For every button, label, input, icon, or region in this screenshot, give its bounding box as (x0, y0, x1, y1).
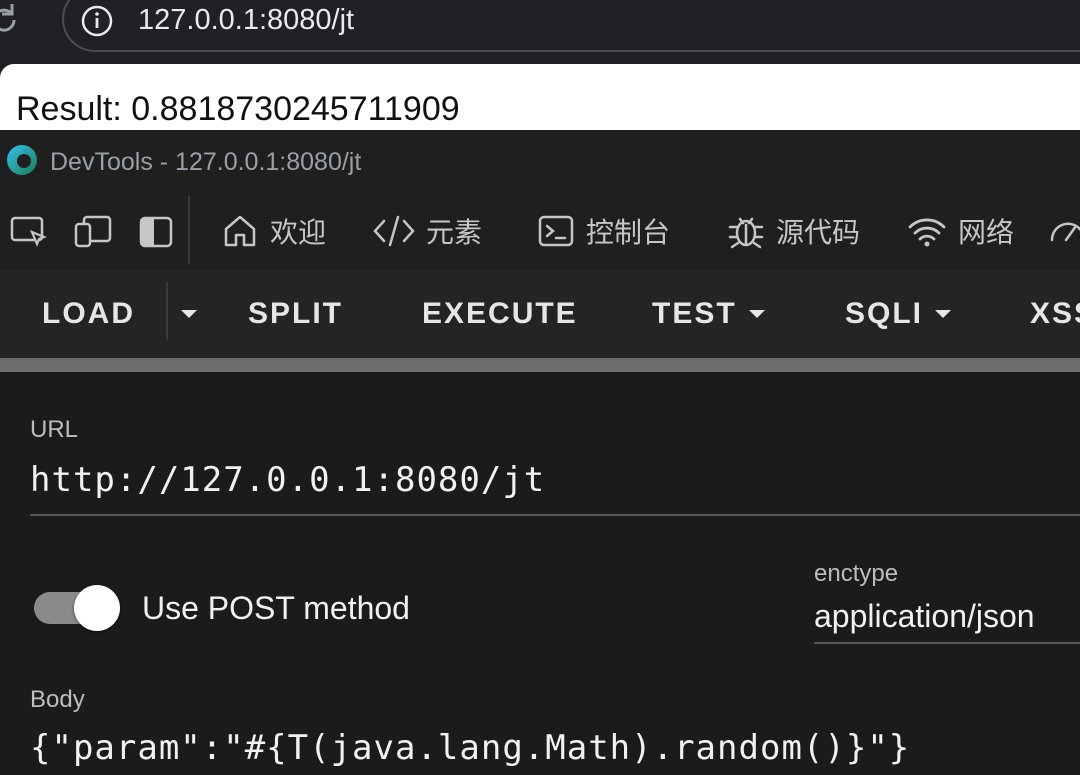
bug-icon (728, 217, 764, 249)
tab-welcome[interactable]: 欢迎 (220, 208, 326, 254)
tab-welcome-label: 欢迎 (270, 217, 327, 248)
tab-console-label: 控制台 (586, 217, 671, 248)
sqli-menu-button[interactable]: SQLI (845, 270, 952, 358)
enctype-underline (814, 642, 1080, 644)
load-button[interactable]: LOAD (42, 270, 135, 358)
reload-icon[interactable] (0, 0, 26, 42)
tab-sources[interactable]: 源代码 (726, 208, 860, 254)
url-field-underline (30, 514, 1080, 516)
enctype-select[interactable]: application/json (814, 596, 1035, 636)
tab-network[interactable]: 网络 (906, 208, 1014, 254)
tab-console[interactable]: 控制台 (538, 208, 670, 254)
code-icon (373, 215, 415, 247)
tab-sources-label: 源代码 (776, 217, 861, 248)
post-method-label: Use POST method (142, 590, 410, 626)
split-button[interactable]: SPLIT (248, 270, 343, 358)
site-info-icon[interactable] (80, 4, 114, 38)
dock-side-icon[interactable] (138, 214, 174, 250)
chevron-down-icon (935, 310, 952, 318)
body-field[interactable]: {"param":"#{T(java.lang.Math).random()}"… (30, 728, 910, 768)
execute-button[interactable]: EXECUTE (422, 270, 578, 358)
tab-elements-label: 元素 (426, 217, 483, 248)
console-icon (538, 215, 574, 247)
tab-elements[interactable]: 元素 (372, 208, 482, 254)
device-toolbar-icon[interactable] (74, 214, 114, 250)
performance-icon[interactable] (1048, 214, 1080, 250)
tab-network-label: 网络 (958, 217, 1015, 248)
load-dropdown-button[interactable] (176, 270, 202, 358)
chevron-down-icon (748, 310, 765, 318)
home-icon (224, 215, 256, 247)
toolbar-divider (0, 358, 1080, 372)
post-method-toggle-knob[interactable] (74, 585, 120, 631)
page-content: Result: 0.8818730245711909 (0, 64, 1080, 132)
edge-logo-icon (7, 145, 37, 175)
wifi-icon (908, 218, 946, 247)
tab-separator (188, 196, 190, 264)
chevron-down-icon (181, 310, 197, 318)
test-menu-button[interactable]: TEST (652, 270, 765, 358)
url-field[interactable]: http://127.0.0.1:8080/jt (30, 460, 545, 500)
test-menu-label: TEST (652, 297, 737, 330)
result-text: Result: 0.8818730245711909 (16, 90, 460, 128)
body-field-label: Body (30, 686, 85, 713)
load-dropdown-separator (166, 282, 168, 340)
address-bar-url[interactable]: 127.0.0.1:8080/jt (138, 0, 354, 40)
xss-menu-button[interactable]: XSS (1030, 270, 1080, 358)
url-field-label: URL (30, 416, 79, 443)
hackbar-form (0, 372, 1080, 775)
sqli-menu-label: SQLI (845, 297, 924, 330)
devtools-title: DevTools - 127.0.0.1:8080/jt (50, 148, 362, 176)
enctype-label: enctype (814, 560, 899, 587)
inspect-icon[interactable] (10, 214, 50, 250)
